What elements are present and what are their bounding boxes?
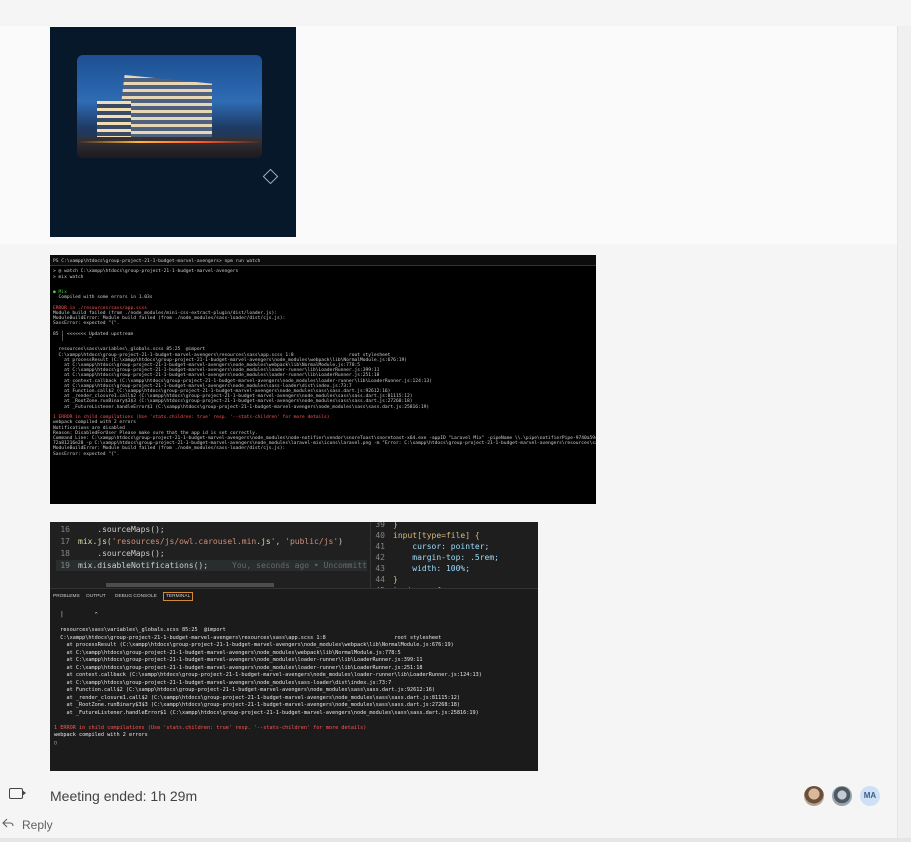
terminal-line: webpack compiled with 2 errors [54,732,148,738]
terminal-line: at _render_closure1.call$2 (C:\xampp\htd… [54,694,461,701]
building-image-attachment[interactable] [50,27,296,237]
terminal-line: SassError: expected "{". [53,451,120,457]
terminal-line: at context.callback (C:\xampp\htdocs\gro… [54,672,482,678]
bottom-divider [0,838,911,842]
line-number: 41 [375,542,385,551]
avatar[interactable]: MA [860,786,880,806]
line-number: 18 [60,549,70,558]
code-text: } [393,575,398,584]
terminal-line: resources\sass\variables\_globals.scss 8… [54,627,226,633]
terminal-line: at C:\xampp\htdocs\group-project-21-1-bu… [54,657,423,663]
line-number: 44 [375,575,385,584]
terminal-line: at C:\xampp\htdocs\group-project-21-1-bu… [54,679,392,686]
git-blame-annotation: You, seconds ago • Uncommitt [232,561,367,570]
code-text: width: 100%; [393,564,471,573]
code-line: 41 cursor: pointer; [371,541,489,552]
code-editor-left: 16 .sourceMaps(); 17 mix.js('resources/js/… [50,522,370,588]
line-number: 39 [375,522,385,529]
code-text: .sourceMaps(); [78,525,165,534]
terminal-screenshot-attachment[interactable]: PS C:\xampp\htdocs\group-project-21-1-bu… [50,255,596,504]
line-number: 43 [375,564,385,573]
terminal-line: ▯ [54,739,58,746]
meeting-ended-text: Meeting ended: 1h 29m [50,788,198,804]
top-bar [0,0,911,27]
tab-terminal[interactable]: TERMINAL [163,592,194,601]
code-editor-right: 39} 40 input[type=file] {41 cursor: pointe… [370,522,538,595]
terminal-line: at C:\xampp\htdocs\group-project-21-1-bu… [54,664,423,671]
terminal-line: at _RootZone.runBinary$3$3 (C:\xampp\htd… [54,702,461,708]
terminal-line: │ ^ [54,612,98,618]
line-number: 16 [60,525,70,534]
scrollbar[interactable] [897,26,911,842]
code-text: mix.js('resources/js/owl.carousel.min.js… [78,537,343,546]
terminal-line: at _FutureListener.handleError$1 (C:\xam… [54,709,479,716]
code-line: 40 input[type=file] { [371,530,480,541]
line-number: 40 [375,531,385,540]
terminal-line: at processResult (C:\xampp\htdocs\group-… [54,642,454,648]
tab-debug-console[interactable]: DEBUG CONSOLE [115,594,157,599]
code-line: 39} [371,522,398,530]
camera-icon [9,788,26,799]
terminal-line: at C:\xampp\htdocs\group-project-21-1-bu… [54,649,401,656]
tab-problems[interactable]: PROBLEMS [53,594,80,599]
code-line: 19 mix.disableNotifications(); You, second… [56,560,367,571]
code-text: cursor: pointer; [393,542,490,551]
line-number: 42 [375,553,385,562]
reply-icon [2,818,14,828]
terminal-output: PS C:\xampp\htdocs\group-project-21-1-bu… [53,259,596,457]
code-text: margin-top: .5rem; [393,553,499,562]
code-line: 42 margin-top: .5rem; [371,552,499,563]
terminal-line: at Function.call$2 (C:\xampp\htdocs\grou… [54,687,436,693]
terminal-line: C:\xampp\htdocs\group-project-21-1-budge… [54,634,442,641]
integrated-terminal-output: │ ^ resources\sass\variables\_globals.sc… [54,612,534,747]
reply-label: Reply [22,818,53,832]
code-line: 43 width: 100%; [371,563,470,574]
code-text: .sourceMaps(); [78,549,165,558]
code-line: 44} [371,574,398,585]
code-line: 17 mix.js('resources/js/owl.carousel.min.… [56,536,343,547]
avatar[interactable] [804,786,824,806]
reply-button[interactable]: Reply [0,815,200,835]
terminal-line: 1 ERROR in child compilations (Use 'stat… [54,724,367,731]
editor-screenshot-attachment[interactable]: 16 .sourceMaps(); 17 mix.js('resources/js/… [50,522,538,771]
tab-output[interactable]: OUTPUT [86,594,106,599]
code-text: } [393,522,398,529]
code-text: input[type=file] { [393,531,480,540]
expand-icon[interactable] [262,168,279,185]
meeting-ended-row: Meeting ended: 1h 29m MA [0,780,897,812]
building-photo [77,55,262,158]
panel-tab-bar: PROBLEMS OUTPUT DEBUG CONSOLE TERMINAL [50,588,538,605]
line-number: 19 [60,561,70,570]
editor-hscrollbar [106,583,274,587]
code-line: 18 .sourceMaps(); [56,548,165,559]
code-text: mix.disableNotifications(); [78,561,209,570]
code-line: 16 .sourceMaps(); [56,524,165,535]
line-number: 17 [60,537,70,546]
avatar[interactable] [832,786,852,806]
